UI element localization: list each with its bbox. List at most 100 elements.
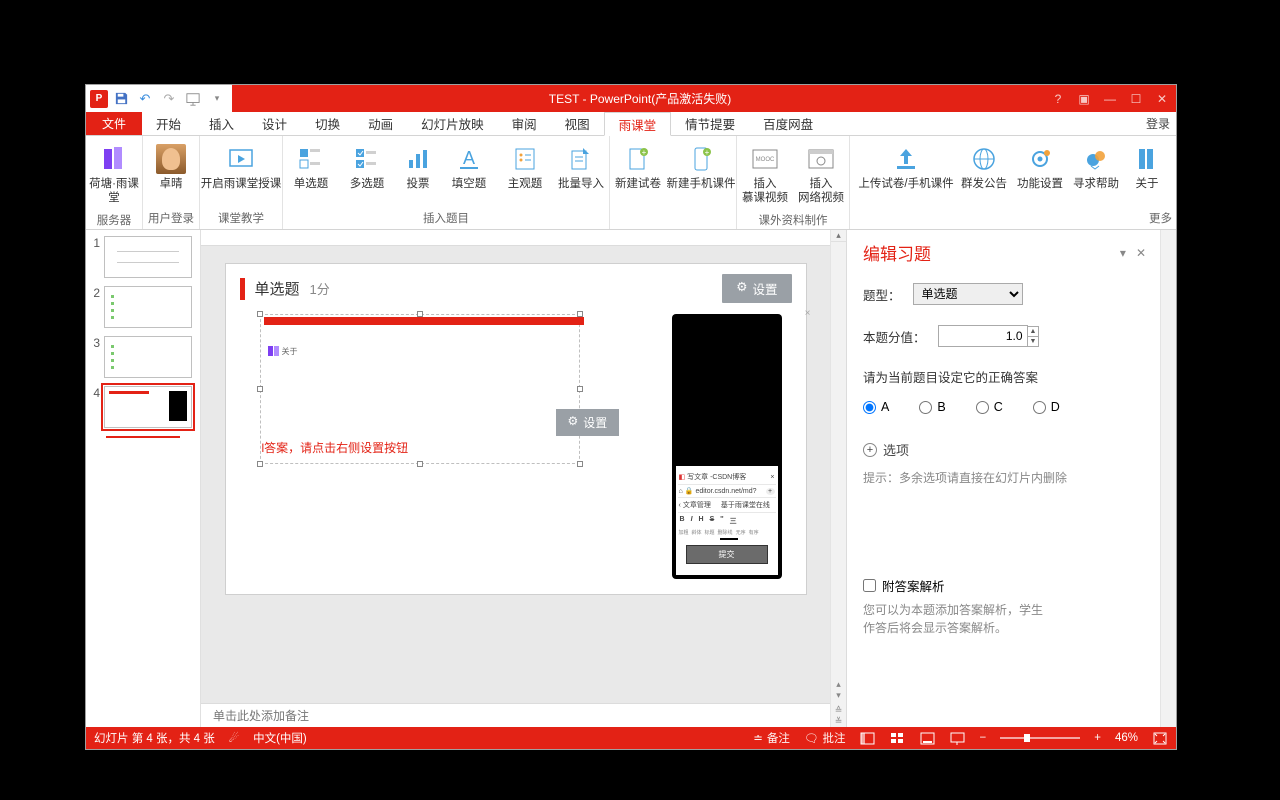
score-stepper[interactable]: ▲▼ (1028, 326, 1040, 347)
slideshow-view-icon[interactable] (950, 731, 966, 745)
tab-insert[interactable]: 插入 (195, 112, 248, 135)
help-icon[interactable]: ? (1048, 89, 1068, 109)
notes-pane[interactable]: 单击此处添加备注 (201, 703, 830, 727)
slide-editor: 单选题 1分 ⚙ 设置 关于 (201, 230, 830, 727)
panel-close-icon[interactable]: ✕ (1136, 246, 1146, 260)
option-a[interactable]: A (863, 400, 889, 414)
ribbon-display-icon[interactable]: ▣ (1074, 89, 1094, 109)
app-window: P ↶ ↷ ▾ TEST - PowerPoint(产品激活失败) ? ▣ — … (85, 84, 1177, 750)
avatar (156, 144, 186, 174)
maximize-icon[interactable]: ☐ (1126, 89, 1146, 109)
sorter-view-icon[interactable] (890, 731, 906, 745)
attach-analysis-checkbox[interactable] (863, 579, 876, 592)
editor-scrollbar[interactable]: ▴ ▴ ▾ ≙ ≚ (830, 230, 846, 727)
question-score-label: 1分 (310, 279, 330, 298)
insert-web-video-button[interactable]: 插入 网络视频 (793, 140, 849, 210)
gear-icon: ⚙ (568, 414, 579, 431)
vote-button[interactable]: 投票 (395, 140, 441, 196)
tab-file[interactable]: 文件 (86, 112, 142, 135)
tab-home[interactable]: 开始 (142, 112, 195, 135)
phone-mockup: ◧写文章 -CSDN博客× ⌂🔒editor.csdn.net/md?+ ‹文章… (672, 314, 782, 579)
floating-settings-button[interactable]: ⚙设置 (556, 409, 620, 436)
slide[interactable]: 单选题 1分 ⚙ 设置 关于 (226, 264, 806, 594)
option-b[interactable]: B (919, 400, 945, 414)
ribbon-group-material: MOOC 插入 慕课视频 插入 网络视频 课外资料制作 (737, 136, 850, 229)
close-icon[interactable]: ✕ (1152, 89, 1172, 109)
thumb-2[interactable]: 2 (90, 286, 192, 328)
ribbon-group-newcourseware: + 新建试卷 + 新建手机课件 (610, 136, 737, 229)
zoom-value[interactable]: 46% (1115, 732, 1138, 744)
answer-options: A B C D (863, 400, 1146, 414)
attach-analysis-row[interactable]: 附答案解析 (863, 576, 1146, 595)
panel-tip: 提示：多余选项请直接在幻灯片内删除 (863, 469, 1146, 486)
thumb-3[interactable]: 3 (90, 336, 192, 378)
tab-yuketang[interactable]: 雨课堂 (604, 112, 672, 136)
tab-baidunetdisk[interactable]: 百度网盘 (749, 112, 827, 135)
close-overlay-icon[interactable]: × (805, 308, 811, 319)
tab-review[interactable]: 审阅 (498, 112, 551, 135)
language-label[interactable]: 中文(中国) (253, 730, 307, 746)
comments-toggle[interactable]: 🗨批注 (804, 730, 846, 746)
add-option-button[interactable]: + 选项 (863, 440, 1146, 459)
multi-choice-button[interactable]: 多选题 (339, 140, 395, 196)
option-d[interactable]: D (1033, 400, 1060, 414)
option-c[interactable]: C (976, 400, 1003, 414)
group-announce-button[interactable]: 群发公告 (956, 140, 1012, 196)
tab-slideshow[interactable]: 幻灯片放映 (407, 112, 498, 135)
panel-scrollbar[interactable] (1160, 230, 1176, 727)
fit-window-icon[interactable] (1152, 731, 1168, 745)
save-icon[interactable] (110, 88, 132, 110)
correct-answer-label: 请为当前题目设定它的正确答案 (863, 367, 1146, 386)
reading-view-icon[interactable] (920, 731, 936, 745)
horizontal-ruler (201, 230, 830, 246)
zoom-out-button[interactable]: − (980, 732, 987, 744)
undo-icon[interactable]: ↶ (134, 88, 156, 110)
tab-storyboard[interactable]: 情节提要 (671, 112, 749, 135)
tab-animations[interactable]: 动画 (354, 112, 407, 135)
zoom-slider[interactable] (1000, 737, 1080, 739)
collapse-ribbon-icon[interactable]: ▴ (831, 230, 846, 242)
insert-mooc-button[interactable]: MOOC 插入 慕课视频 (737, 140, 793, 210)
fill-blank-button[interactable]: A 填空题 (441, 140, 497, 196)
bulk-import-button[interactable]: 批量导入 (553, 140, 609, 196)
new-mobile-courseware-button[interactable]: + 新建手机课件 (666, 140, 736, 196)
new-exam-button[interactable]: + 新建试卷 (610, 140, 666, 196)
question-settings-button[interactable]: ⚙ 设置 (722, 274, 791, 303)
plus-icon: + (863, 443, 877, 457)
zoom-in-button[interactable]: + (1094, 732, 1101, 744)
panel-dropdown-icon[interactable]: ▾ (1120, 246, 1126, 260)
thumb-4[interactable]: 4 (90, 386, 192, 428)
slide-canvas[interactable]: 单选题 1分 ⚙ 设置 关于 (201, 246, 830, 703)
ribbon-group-insert-question: 单选题 多选题 投票 A 填空题 主观题 (283, 136, 610, 229)
tab-view[interactable]: 视图 (551, 112, 604, 135)
titlebar: P ↶ ↷ ▾ TEST - PowerPoint(产品激活失败) ? ▣ — … (86, 85, 1176, 112)
hetang-button[interactable]: 荷塘·雨课堂 (86, 140, 142, 210)
single-choice-button[interactable]: 单选题 (283, 140, 339, 196)
ribbon-more-button[interactable]: 更多 (1149, 210, 1172, 226)
qat-dropdown-icon[interactable]: ▾ (206, 88, 228, 110)
user-button[interactable]: 卓晴 (143, 140, 199, 196)
feature-settings-button[interactable]: 功能设置 (1012, 140, 1068, 196)
subjective-button[interactable]: 主观题 (497, 140, 553, 196)
start-slideshow-icon[interactable] (182, 88, 204, 110)
about-button[interactable]: 关于 (1124, 140, 1170, 196)
normal-view-icon[interactable] (860, 731, 876, 745)
seek-help-button[interactable]: 寻求帮助 (1068, 140, 1124, 196)
tab-transitions[interactable]: 切换 (301, 112, 354, 135)
edit-question-panel: 编辑习题 ▾ ✕ 题型： 单选题 本题分值： ▲▼ (846, 230, 1176, 727)
signin-link[interactable]: 登录 (1146, 115, 1170, 132)
spellcheck-icon[interactable]: ☄ (229, 731, 239, 745)
notes-toggle[interactable]: ≐备注 (753, 730, 790, 746)
quick-access-toolbar: P ↶ ↷ ▾ (86, 85, 232, 112)
tab-design[interactable]: 设计 (248, 112, 301, 135)
window-controls: ? ▣ — ☐ ✕ (1048, 85, 1176, 112)
score-input[interactable] (938, 325, 1028, 347)
question-type-select[interactable]: 单选题 (913, 283, 1023, 305)
upload-button[interactable]: 上传试卷/手机课件 (856, 140, 956, 196)
redo-icon[interactable]: ↷ (158, 88, 180, 110)
window-title: TEST - PowerPoint(产品激活失败) (232, 85, 1048, 112)
open-class-button[interactable]: 开启雨课堂授课 (200, 140, 282, 196)
minimize-icon[interactable]: — (1100, 89, 1120, 109)
thumb-1[interactable]: 1 (90, 236, 192, 278)
svg-text:MOOC: MOOC (756, 157, 775, 163)
